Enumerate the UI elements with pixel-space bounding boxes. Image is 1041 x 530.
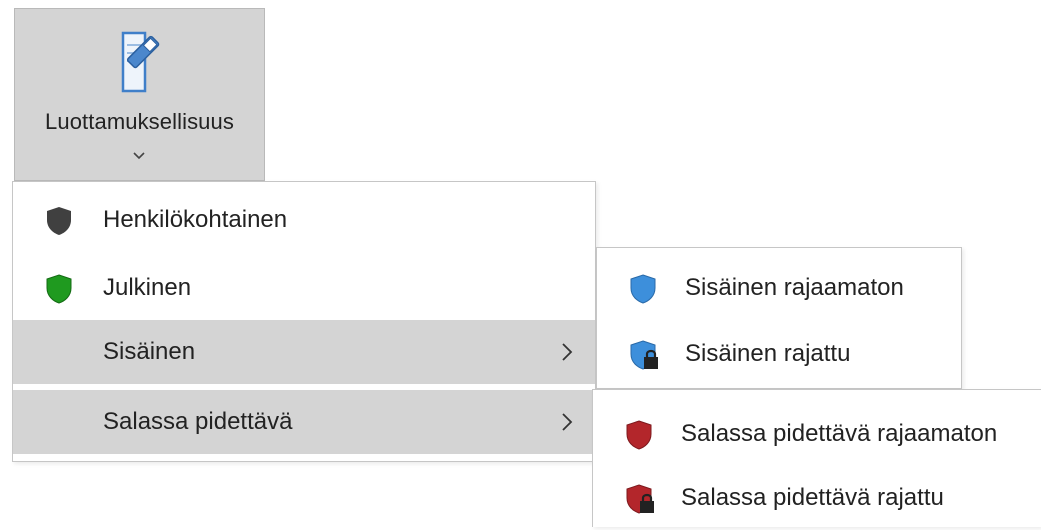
- submenu-item-confidential-restricted[interactable]: Salassa pidettävä rajattu: [593, 466, 1041, 530]
- menu-item-label: Julkinen: [103, 274, 192, 301]
- shield-lock-icon: [630, 340, 658, 370]
- submenu-item-internal-restricted[interactable]: Sisäinen rajattu: [597, 322, 961, 386]
- document-clip-icon: [121, 31, 160, 93]
- menu-item-label: Salassa pidettävä: [103, 408, 293, 435]
- confidential-submenu: Salassa pidettävä rajaamaton Salassa pid…: [592, 389, 1041, 527]
- shield-icon: [626, 420, 652, 450]
- ribbon-button-label: Luottamuksellisuus: [45, 109, 234, 134]
- menu-item-label: Sisäinen: [103, 338, 196, 365]
- menu-item-public[interactable]: Julkinen: [13, 256, 595, 320]
- chevron-right-icon: [562, 343, 573, 361]
- confidentiality-menu: Henkilökohtainen Julkinen Sisäinen Salas…: [12, 181, 596, 462]
- menu-item-personal[interactable]: Henkilökohtainen: [13, 188, 595, 252]
- submenu-item-internal-unrestricted[interactable]: Sisäinen rajaamaton: [597, 256, 961, 320]
- menu-item-label: Henkilökohtainen: [103, 206, 288, 233]
- confidentiality-ribbon-button[interactable]: Luottamuksellisuus: [14, 8, 265, 181]
- shield-icon: [46, 274, 72, 304]
- submenu-item-label: Salassa pidettävä rajattu: [681, 484, 944, 511]
- menu-item-confidential[interactable]: Salassa pidettävä: [13, 390, 595, 454]
- submenu-item-label: Salassa pidettävä rajaamaton: [681, 420, 998, 447]
- menu-item-internal[interactable]: Sisäinen: [13, 320, 595, 384]
- shield-icon: [630, 274, 656, 304]
- shield-icon: [47, 207, 71, 235]
- submenu-item-label: Sisäinen rajattu: [685, 340, 851, 367]
- chevron-right-icon: [562, 413, 573, 431]
- submenu-item-label: Sisäinen rajaamaton: [685, 274, 904, 301]
- chevron-down-icon[interactable]: [133, 152, 145, 160]
- submenu-item-confidential-unrestricted[interactable]: Salassa pidettävä rajaamaton: [593, 402, 1041, 466]
- shield-lock-icon: [626, 484, 654, 514]
- internal-submenu: Sisäinen rajaamaton Sisäinen rajattu: [596, 247, 962, 389]
